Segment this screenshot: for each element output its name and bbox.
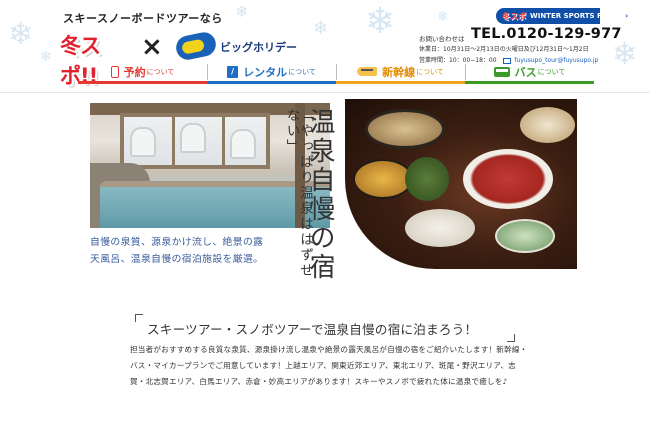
hero-title: 温泉自慢の宿: [305, 108, 335, 282]
festa-text: WINTER SPORTS FESTA: [530, 12, 622, 20]
big-holiday-logo[interactable]: ビッグホリデー: [173, 30, 297, 62]
train-icon: [357, 67, 378, 76]
kaiseki-food-photo: [345, 99, 577, 269]
header-tagline: スキースノーボードツアーなら: [63, 12, 223, 25]
phone-number[interactable]: TEL.0120-129-977: [471, 26, 622, 42]
nav-sub-label: について: [537, 67, 566, 76]
hero-description-line: 自慢の泉質、源泉かけ流し、絶景の露: [90, 237, 264, 248]
big-holiday-logo-text: ビッグホリデー: [220, 41, 297, 54]
winter-sports-festa-link[interactable]: 冬スポ WINTER SPORTS FESTA ›: [496, 8, 629, 24]
onsen-photo-tree: [180, 123, 206, 153]
nav-label: レンタル: [243, 65, 288, 79]
bus-icon: [493, 66, 510, 77]
nav-item-rental[interactable]: / レンタル について: [207, 62, 336, 84]
snowflake-icon: ❄: [8, 17, 34, 52]
arrow-right-icon: ›: [625, 11, 629, 21]
intro-heading-box: スキーツアー・スノボツアーで温泉自慢の宿に泊まろう！: [135, 314, 515, 342]
corner-bracket: [507, 334, 515, 342]
snowflake-icon: ❄: [40, 49, 52, 65]
festa-logo: 冬スポ: [502, 11, 526, 21]
hero-description-line: 天風呂、温泉自慢の宿泊施設を厳選。: [90, 254, 264, 266]
food-photo-dish: [520, 107, 575, 143]
site-header: ❄ ❄ ❄ ❄ ❄ ❄ ❄ スキースノーボードツアーなら 冬スポ!! × ビッグ…: [0, 0, 650, 92]
nav-label: 予約: [123, 65, 146, 79]
nav-sub-label: について: [416, 67, 444, 76]
nav-item-yoyaku[interactable]: 予約 について: [78, 62, 207, 84]
nav-item-bus[interactable]: バス について: [465, 62, 594, 84]
hero-description: 自慢の泉質、源泉かけ流し、絶景の露 天風呂、温泉自慢の宿泊施設を厳選。: [90, 234, 290, 268]
nav-label: 新幹線: [382, 65, 416, 79]
food-photo-dish: [353, 159, 413, 199]
snowflake-icon: ❄: [365, 1, 396, 42]
snowflake-icon: ❄: [313, 18, 329, 39]
big-holiday-logo-mark: [173, 30, 219, 62]
food-photo-dish: [463, 149, 553, 209]
intro-body: 担当者がおすすめする良質な泉質、源泉掛け流し温泉や絶景の露天風呂が自慢の宿をご紹…: [130, 345, 528, 386]
fuyusupo-logo[interactable]: 冬スポ!!: [60, 28, 122, 88]
phone-icon: [110, 65, 119, 78]
food-photo-dish: [495, 219, 555, 253]
intro-heading: スキーツアー・スノボツアーで温泉自慢の宿に泊まろう！: [147, 322, 478, 337]
nav-sub-label: について: [146, 67, 175, 76]
snowflake-icon: ❄: [612, 37, 638, 72]
hero-section: 「やっぱり温泉ははずせない」 温泉自慢の宿 自慢の泉質、源泉かけ流し、絶景の露 …: [0, 93, 650, 303]
food-photo-dish: [405, 209, 475, 247]
snowflake-icon: ❄: [437, 9, 449, 25]
corner-bracket: [135, 314, 143, 322]
contact-label: お問い合わせは: [419, 35, 465, 43]
onsen-photo-tree: [230, 129, 256, 159]
collab-cross: ×: [141, 32, 163, 62]
nav-label: バス: [514, 65, 537, 79]
main-nav: 予約 について / レンタル について 新幹線 について バス について: [78, 62, 600, 84]
onsen-photo-tree: [130, 127, 156, 157]
snowflake-icon: ❄: [235, 2, 249, 21]
rental-icon: /: [227, 65, 239, 78]
nav-sub-label: について: [288, 67, 316, 76]
food-photo-dish: [365, 109, 445, 149]
nav-item-shinkansen[interactable]: 新幹線 について: [336, 62, 465, 84]
closed-days: 休業日：10月31日〜2月13日の火曜日及び12月31日〜1月2日: [419, 46, 589, 53]
food-photo-dish: [405, 157, 449, 201]
